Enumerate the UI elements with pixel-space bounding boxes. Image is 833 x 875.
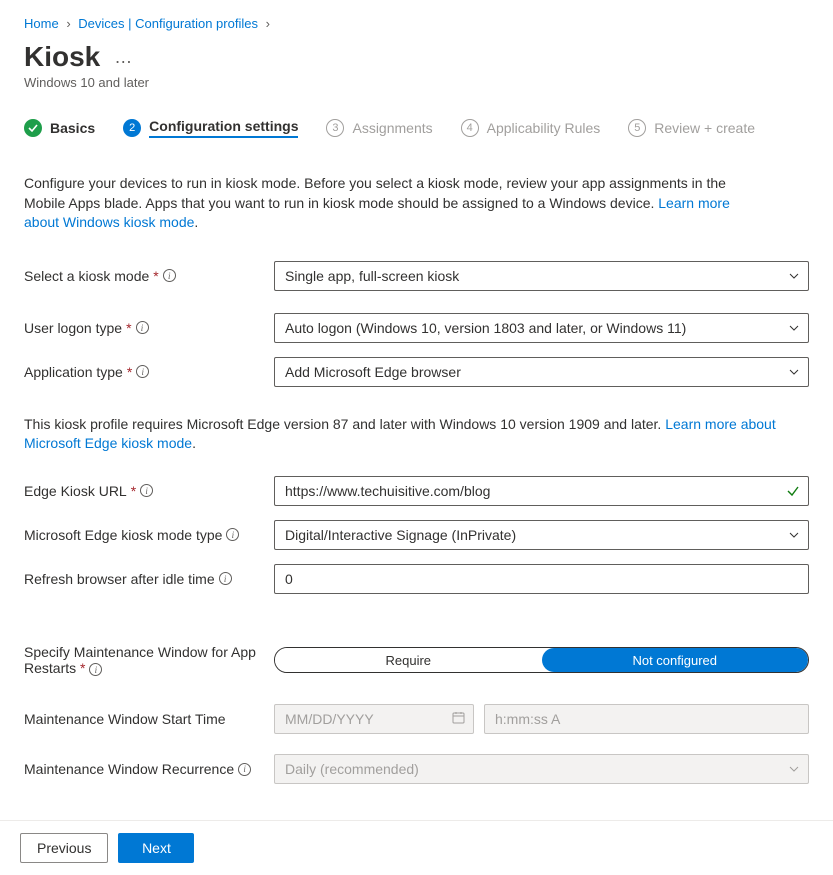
maint-window-label: Specify Maintenance Window for App Resta… <box>24 644 274 677</box>
maint-window-toggle: Require Not configured <box>274 647 809 673</box>
edge-note: This kiosk profile requires Microsoft Ed… <box>24 415 809 454</box>
app-type-label: Application type* i <box>24 364 274 380</box>
info-icon[interactable]: i <box>136 321 149 334</box>
chevron-down-icon <box>788 529 800 541</box>
step-label: Applicability Rules <box>487 120 601 136</box>
info-icon[interactable]: i <box>136 365 149 378</box>
edge-mode-select[interactable]: Digital/Interactive Signage (InPrivate) <box>274 520 809 550</box>
kiosk-mode-select[interactable]: Single app, full-screen kiosk <box>274 261 809 291</box>
info-icon[interactable]: i <box>140 484 153 497</box>
next-button[interactable]: Next <box>118 833 194 863</box>
step-applicability-rules[interactable]: 4 Applicability Rules <box>461 119 601 137</box>
step-assignments[interactable]: 3 Assignments <box>326 119 432 137</box>
step-label: Assignments <box>352 120 432 136</box>
info-icon[interactable]: i <box>89 663 102 676</box>
logon-type-label: User logon type* i <box>24 320 274 336</box>
previous-button[interactable]: Previous <box>20 833 108 863</box>
info-icon[interactable]: i <box>238 763 251 776</box>
breadcrumb-devices[interactable]: Devices | Configuration profiles <box>78 16 258 31</box>
chevron-down-icon <box>788 322 800 334</box>
maint-recurrence-select: Daily (recommended) <box>274 754 809 784</box>
refresh-idle-label: Refresh browser after idle time i <box>24 571 274 587</box>
step-label: Configuration settings <box>149 118 298 138</box>
edge-mode-label: Microsoft Edge kiosk mode type i <box>24 527 274 543</box>
breadcrumb-home[interactable]: Home <box>24 16 59 31</box>
step-number-icon: 5 <box>628 119 646 137</box>
step-basics[interactable]: Basics <box>24 119 95 137</box>
check-icon <box>786 484 800 498</box>
chevron-down-icon <box>788 366 800 378</box>
breadcrumb: Home › Devices | Configuration profiles … <box>24 16 809 31</box>
page-subtitle: Windows 10 and later <box>24 75 809 90</box>
kiosk-mode-label: Select a kiosk mode* i <box>24 268 274 284</box>
maint-start-date-input: MM/DD/YYYY <box>274 704 474 734</box>
edge-url-label: Edge Kiosk URL* i <box>24 483 274 499</box>
step-review-create[interactable]: 5 Review + create <box>628 119 755 137</box>
intro-text: Configure your devices to run in kiosk m… <box>24 174 764 233</box>
step-number-icon: 3 <box>326 119 344 137</box>
wizard-footer: Previous Next <box>0 820 833 875</box>
step-label: Basics <box>50 120 95 136</box>
logon-type-select[interactable]: Auto logon (Windows 10, version 1803 and… <box>274 313 809 343</box>
info-icon[interactable]: i <box>163 269 176 282</box>
info-icon[interactable]: i <box>219 572 232 585</box>
maint-recurrence-label: Maintenance Window Recurrence i <box>24 761 274 777</box>
maint-start-time-input: h:mm:ss A <box>484 704 809 734</box>
page-title: Kiosk <box>24 41 100 73</box>
step-configuration-settings[interactable]: 2 Configuration settings <box>123 118 298 138</box>
toggle-not-configured[interactable]: Not configured <box>542 648 809 672</box>
step-number-icon: 4 <box>461 119 479 137</box>
edge-url-input[interactable]: https://www.techuisitive.com/blog <box>274 476 809 506</box>
step-label: Review + create <box>654 120 755 136</box>
check-icon <box>24 119 42 137</box>
chevron-down-icon <box>788 763 800 775</box>
chevron-right-icon: › <box>66 16 70 31</box>
maint-start-label: Maintenance Window Start Time <box>24 711 274 727</box>
refresh-idle-input[interactable]: 0 <box>274 564 809 594</box>
toggle-require[interactable]: Require <box>275 648 542 672</box>
app-type-select[interactable]: Add Microsoft Edge browser <box>274 357 809 387</box>
chevron-down-icon <box>788 270 800 282</box>
info-icon[interactable]: i <box>226 528 239 541</box>
wizard-steps: Basics 2 Configuration settings 3 Assign… <box>24 118 809 156</box>
step-number-icon: 2 <box>123 119 141 137</box>
calendar-icon <box>452 711 465 727</box>
chevron-right-icon: › <box>266 16 270 31</box>
more-actions-button[interactable]: … <box>114 47 134 68</box>
